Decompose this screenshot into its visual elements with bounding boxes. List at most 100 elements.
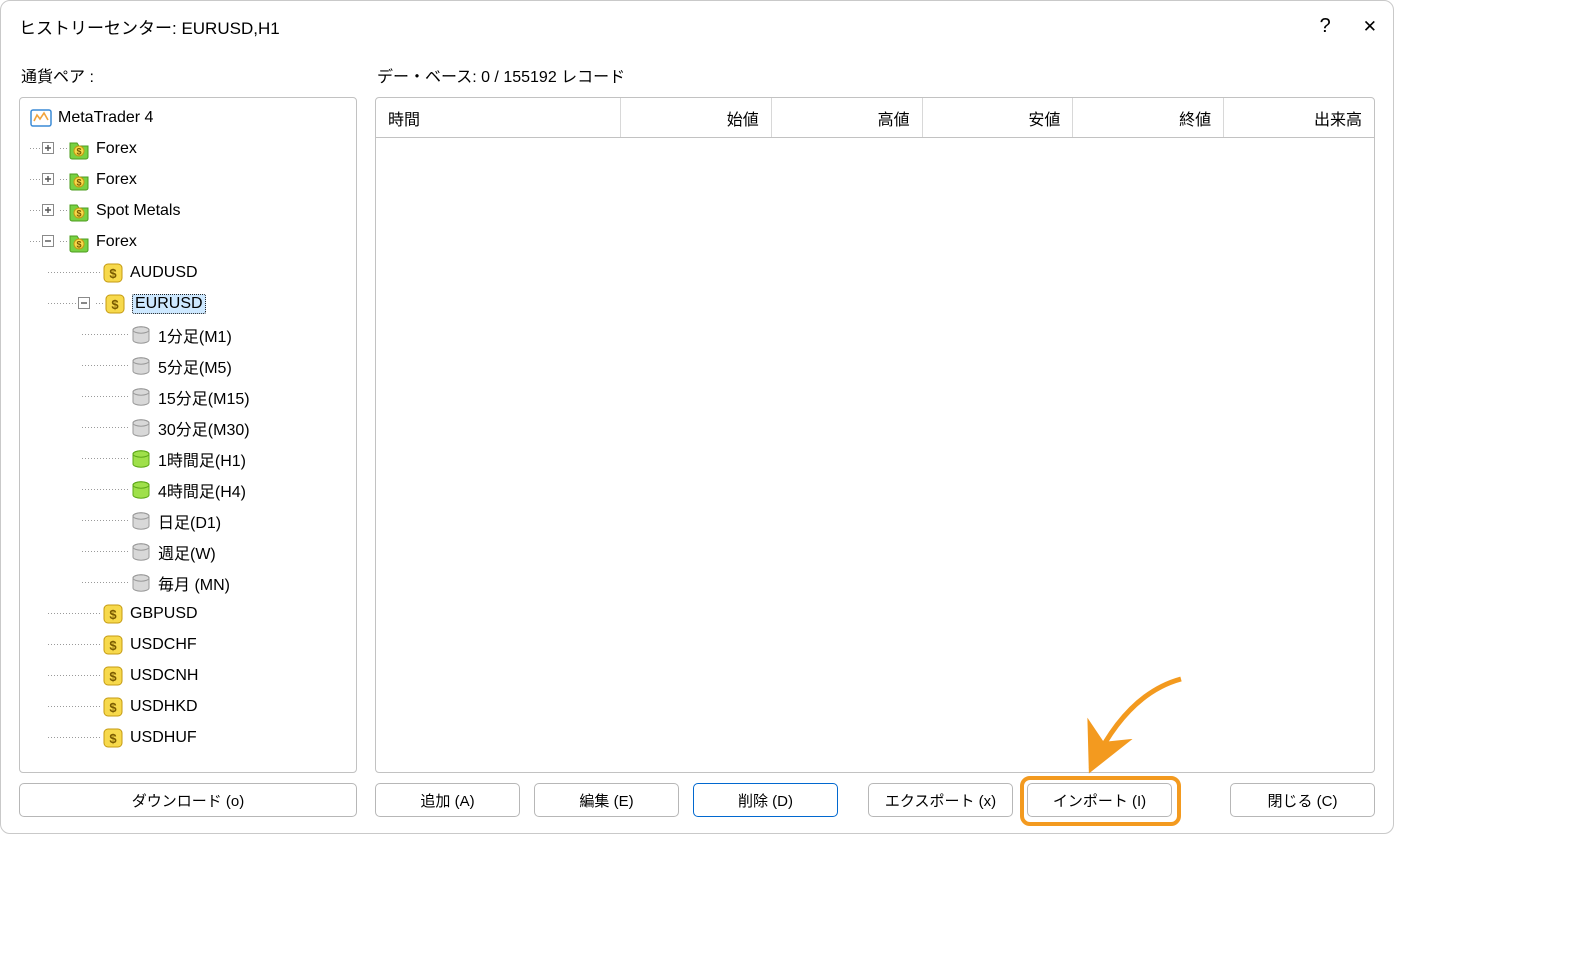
- tree-symbol-item[interactable]: $ EURUSD: [26, 288, 356, 319]
- tree-root-item[interactable]: MetaTrader 4: [26, 102, 356, 133]
- tree-guide: [78, 536, 112, 567]
- tree-timeframe-item[interactable]: 日足(D1): [26, 505, 356, 536]
- tree-guide: [78, 474, 112, 505]
- tree-guide: [30, 257, 78, 288]
- tree-guide: [30, 691, 78, 722]
- tree-connector: [78, 629, 102, 660]
- tree-group-item[interactable]: $Spot Metals: [26, 195, 356, 226]
- tree-timeframe-item[interactable]: 4時間足(H4): [26, 474, 356, 505]
- tree-connector: [30, 226, 42, 257]
- close-icon[interactable]: ✕: [1363, 18, 1377, 35]
- tree-root-label: MetaTrader 4: [58, 109, 153, 127]
- collapse-icon[interactable]: [42, 235, 60, 249]
- tree-guide: [30, 505, 78, 536]
- tree-guide: [30, 288, 78, 319]
- tree-group-item[interactable]: $Forex: [26, 226, 356, 257]
- tree-connector: [78, 598, 102, 629]
- tree-guide: [78, 381, 112, 412]
- tree-timeframe-item[interactable]: 毎月 (MN): [26, 567, 356, 598]
- tree-symbol-item[interactable]: $USDHUF: [26, 722, 356, 753]
- tree-symbol-item[interactable]: $GBPUSD: [26, 598, 356, 629]
- tree-connector: [78, 691, 102, 722]
- tree-symbol-item[interactable]: $ USDCNH: [26, 660, 356, 691]
- tree-timeframe-label: 週足(W): [158, 540, 216, 564]
- import-button[interactable]: インポート (I): [1027, 783, 1172, 817]
- tree-symbol-label: EURUSD: [132, 294, 206, 314]
- tree-guide: [30, 474, 78, 505]
- svg-text:$: $: [76, 239, 81, 249]
- tree-timeframe-item[interactable]: 1時間足(H1): [26, 443, 356, 474]
- tree-guide: [78, 350, 112, 381]
- tree-guide: [30, 443, 78, 474]
- svg-text:$: $: [76, 177, 81, 187]
- tree-timeframe-label: 5分足(M5): [158, 354, 232, 378]
- tree-timeframe-label: 15分足(M15): [158, 385, 250, 409]
- col-high[interactable]: 高値: [772, 98, 923, 137]
- download-button[interactable]: ダウンロード (o): [19, 783, 357, 817]
- tree-connector: [112, 412, 130, 443]
- symbols-tree[interactable]: MetaTrader 4 $Forex$Forex$Spot Metals $F…: [19, 97, 357, 773]
- tree-connector: [60, 226, 68, 257]
- database-icon: [130, 324, 152, 346]
- col-time[interactable]: 時間: [376, 98, 621, 137]
- tree-symbol-label: USDCHF: [130, 636, 197, 654]
- help-icon[interactable]: ?: [1320, 16, 1331, 36]
- table-header: 時間 始値 高値 安値 終値 出来高: [376, 98, 1374, 138]
- tree-timeframe-item[interactable]: 5分足(M5): [26, 350, 356, 381]
- edit-button[interactable]: 編集 (E): [534, 783, 679, 817]
- svg-text:$: $: [111, 297, 119, 312]
- expand-icon[interactable]: [42, 173, 60, 187]
- tree-guide: [30, 350, 78, 381]
- expand-icon[interactable]: [42, 142, 60, 156]
- tree-timeframe-item[interactable]: 30分足(M30): [26, 412, 356, 443]
- tree-timeframe-label: 1分足(M1): [158, 323, 232, 347]
- records-table: 時間 始値 高値 安値 終値 出来高: [375, 97, 1375, 773]
- svg-text:$: $: [109, 669, 117, 684]
- folder-icon: $: [68, 231, 90, 253]
- expand-icon[interactable]: [42, 204, 60, 218]
- close-button[interactable]: 閉じる (C): [1230, 783, 1375, 817]
- tree-group-item[interactable]: $ Forex: [26, 133, 356, 164]
- tree-guide: [78, 505, 112, 536]
- database-icon: [130, 510, 152, 532]
- tree-group-label: Forex: [96, 140, 137, 158]
- database-icon: [130, 541, 152, 563]
- export-button[interactable]: エクスポート (x): [868, 783, 1013, 817]
- tree-guide: [30, 412, 78, 443]
- tree-symbol-item[interactable]: $USDHKD: [26, 691, 356, 722]
- folder-icon: $: [68, 138, 90, 160]
- tree-symbol-label: GBPUSD: [130, 605, 198, 623]
- tree-symbol-label: AUDUSD: [130, 264, 198, 282]
- tree-guide: [30, 536, 78, 567]
- tree-timeframe-item[interactable]: 1分足(M1): [26, 319, 356, 350]
- svg-text:$: $: [109, 700, 117, 715]
- database-icon: [130, 448, 152, 470]
- window-controls: ? ✕: [1320, 16, 1377, 36]
- tree-guide: [30, 567, 78, 598]
- database-panel: デー・ベース: 0 / 155192 レコード 時間 始値 高値 安値 終値 出…: [375, 51, 1375, 773]
- tree-symbol-label: USDHUF: [130, 729, 197, 747]
- tree-symbol-item[interactable]: $USDCHF: [26, 629, 356, 660]
- add-button[interactable]: 追加 (A): [375, 783, 520, 817]
- app-icon: [30, 107, 52, 129]
- tree-guide: [78, 412, 112, 443]
- tree-timeframe-item[interactable]: 15分足(M15): [26, 381, 356, 412]
- tree-symbol-item[interactable]: $ AUDUSD: [26, 257, 356, 288]
- tree-group-item[interactable]: $Forex: [26, 164, 356, 195]
- svg-text:$: $: [109, 266, 117, 281]
- collapse-icon[interactable]: [78, 297, 96, 311]
- svg-text:$: $: [76, 146, 81, 156]
- tree-connector: [112, 381, 130, 412]
- col-vol[interactable]: 出来高: [1224, 98, 1374, 137]
- col-close[interactable]: 終値: [1073, 98, 1224, 137]
- tree-timeframe-item[interactable]: 週足(W): [26, 536, 356, 567]
- delete-button[interactable]: 削除 (D): [693, 783, 838, 817]
- database-icon: [130, 572, 152, 594]
- col-low[interactable]: 安値: [923, 98, 1074, 137]
- symbols-label: 通貨ペア :: [19, 51, 357, 93]
- database-icon: [130, 386, 152, 408]
- col-open[interactable]: 始値: [621, 98, 772, 137]
- tree-connector: [78, 257, 102, 288]
- tree-symbol-label: USDCNH: [130, 667, 198, 685]
- dollar-icon: $: [102, 696, 124, 718]
